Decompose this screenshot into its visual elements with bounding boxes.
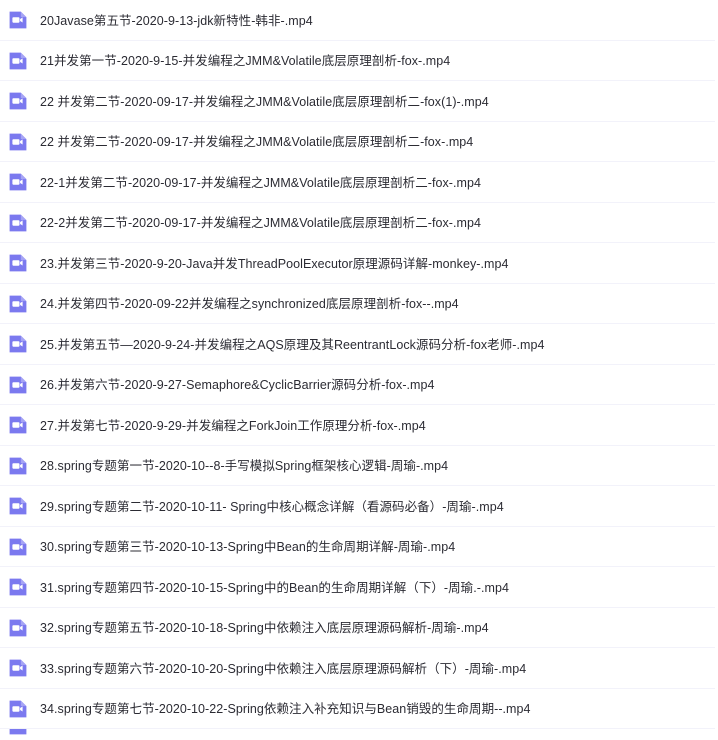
file-list-item[interactable]: 32.spring专题第五节-2020-10-18-Spring中依赖注入底层原… bbox=[0, 607, 718, 648]
file-list-item[interactable]: 31.spring专题第四节-2020-10-15-Spring中的Bean的生… bbox=[0, 567, 718, 608]
file-list-item[interactable]: 22-1并发第二节-2020-09-17-并发编程之JMM&Volatile底层… bbox=[0, 162, 718, 203]
video-file-icon bbox=[8, 213, 28, 233]
video-file-icon bbox=[8, 456, 28, 476]
file-list-item[interactable]: 27.并发第七节-2020-9-29-并发编程之ForkJoin工作原理分析-f… bbox=[0, 405, 718, 446]
video-file-icon bbox=[8, 577, 28, 597]
video-file-icon bbox=[8, 132, 28, 152]
file-list-item[interactable]: 33.spring专题第六节-2020-10-20-Spring中依赖注入底层原… bbox=[0, 648, 718, 689]
video-file-icon bbox=[8, 375, 28, 395]
file-name-label: 28.spring专题第一节-2020-10--8-手写模拟Spring框架核心… bbox=[40, 459, 449, 474]
file-list-item[interactable]: 22 并发第二节-2020-09-17-并发编程之JMM&Volatile底层原… bbox=[0, 81, 718, 122]
file-name-label: 21并发第一节-2020-9-15-并发编程之JMM&Volatile底层原理剖… bbox=[40, 54, 451, 69]
video-file-icon bbox=[8, 658, 28, 678]
file-name-label: 29.spring专题第二节-2020-10-11- Spring中核心概念详解… bbox=[40, 499, 504, 514]
file-list-item[interactable]: 34.spring专题第七节-2020-10-22-Spring依赖注入补充知识… bbox=[0, 688, 718, 729]
file-name-label: 34.spring专题第七节-2020-10-22-Spring依赖注入补充知识… bbox=[40, 702, 531, 717]
video-file-icon bbox=[8, 729, 28, 736]
file-name-label: 26.并发第六节-2020-9-27-Semaphore&CyclicBarri… bbox=[40, 378, 435, 393]
video-file-icon bbox=[8, 294, 28, 314]
file-name-label: 20Javase第五节-2020-9-13-jdk新特性-韩非-.mp4 bbox=[40, 13, 313, 28]
file-list-item[interactable]: 22 并发第二节-2020-09-17-并发编程之JMM&Volatile底层原… bbox=[0, 121, 718, 162]
file-name-label: 22 并发第二节-2020-09-17-并发编程之JMM&Volatile底层原… bbox=[40, 94, 489, 109]
video-file-icon bbox=[8, 334, 28, 354]
video-file-icon bbox=[8, 253, 28, 273]
file-list-item[interactable]: 26.并发第六节-2020-9-27-Semaphore&CyclicBarri… bbox=[0, 364, 718, 405]
video-file-icon bbox=[8, 537, 28, 557]
file-list-item[interactable]: 24.并发第四节-2020-09-22并发编程之synchronized底层原理… bbox=[0, 283, 718, 324]
file-name-label: 30.spring专题第三节-2020-10-13-Spring中Bean的生命… bbox=[40, 540, 456, 555]
file-name-label: 23.并发第三节-2020-9-20-Java并发ThreadPoolExecu… bbox=[40, 256, 509, 271]
file-list-item[interactable]: 22-2并发第二节-2020-09-17-并发编程之JMM&Volatile底层… bbox=[0, 202, 718, 243]
file-name-label: 32.spring专题第五节-2020-10-18-Spring中依赖注入底层原… bbox=[40, 621, 489, 636]
video-file-icon bbox=[8, 496, 28, 516]
file-list-item[interactable]: 20Javase第五节-2020-9-13-jdk新特性-韩非-.mp4 bbox=[0, 0, 718, 41]
video-file-icon bbox=[8, 172, 28, 192]
file-name-label: 24.并发第四节-2020-09-22并发编程之synchronized底层原理… bbox=[40, 297, 459, 312]
file-name-label: 27.并发第七节-2020-9-29-并发编程之ForkJoin工作原理分析-f… bbox=[40, 418, 426, 433]
file-name-label: 31.spring专题第四节-2020-10-15-Spring中的Bean的生… bbox=[40, 580, 509, 595]
file-list-item[interactable]: 29.spring专题第二节-2020-10-11- Spring中核心概念详解… bbox=[0, 486, 718, 527]
file-name-label: 22-1并发第二节-2020-09-17-并发编程之JMM&Volatile底层… bbox=[40, 175, 481, 190]
file-list-item[interactable]: 30.spring专题第三节-2020-10-13-Spring中Bean的生命… bbox=[0, 526, 718, 567]
file-name-label: 33.spring专题第六节-2020-10-20-Spring中依赖注入底层原… bbox=[40, 661, 527, 676]
video-file-icon bbox=[8, 618, 28, 638]
video-file-icon bbox=[8, 91, 28, 111]
video-file-icon bbox=[8, 51, 28, 71]
video-file-icon bbox=[8, 10, 28, 30]
file-name-label: 22 并发第二节-2020-09-17-并发编程之JMM&Volatile底层原… bbox=[40, 135, 474, 150]
file-name-label: 25.并发第五节—2020-9-24-并发编程之AQS原理及其Reentrant… bbox=[40, 337, 545, 352]
file-list-item[interactable]: 23.并发第三节-2020-9-20-Java并发ThreadPoolExecu… bbox=[0, 243, 718, 284]
file-list-item[interactable]: 28.spring专题第一节-2020-10--8-手写模拟Spring框架核心… bbox=[0, 445, 718, 486]
video-file-icon bbox=[8, 415, 28, 435]
video-file-icon bbox=[8, 699, 28, 719]
file-list-item[interactable]: 21并发第一节-2020-9-15-并发编程之JMM&Volatile底层原理剖… bbox=[0, 40, 718, 81]
video-file-list: 20Javase第五节-2020-9-13-jdk新特性-韩非-.mp4 21并… bbox=[0, 0, 718, 736]
file-list-item-partial[interactable] bbox=[0, 729, 718, 736]
file-name-label: 22-2并发第二节-2020-09-17-并发编程之JMM&Volatile底层… bbox=[40, 216, 481, 231]
file-list-item[interactable]: 25.并发第五节—2020-9-24-并发编程之AQS原理及其Reentrant… bbox=[0, 324, 718, 365]
